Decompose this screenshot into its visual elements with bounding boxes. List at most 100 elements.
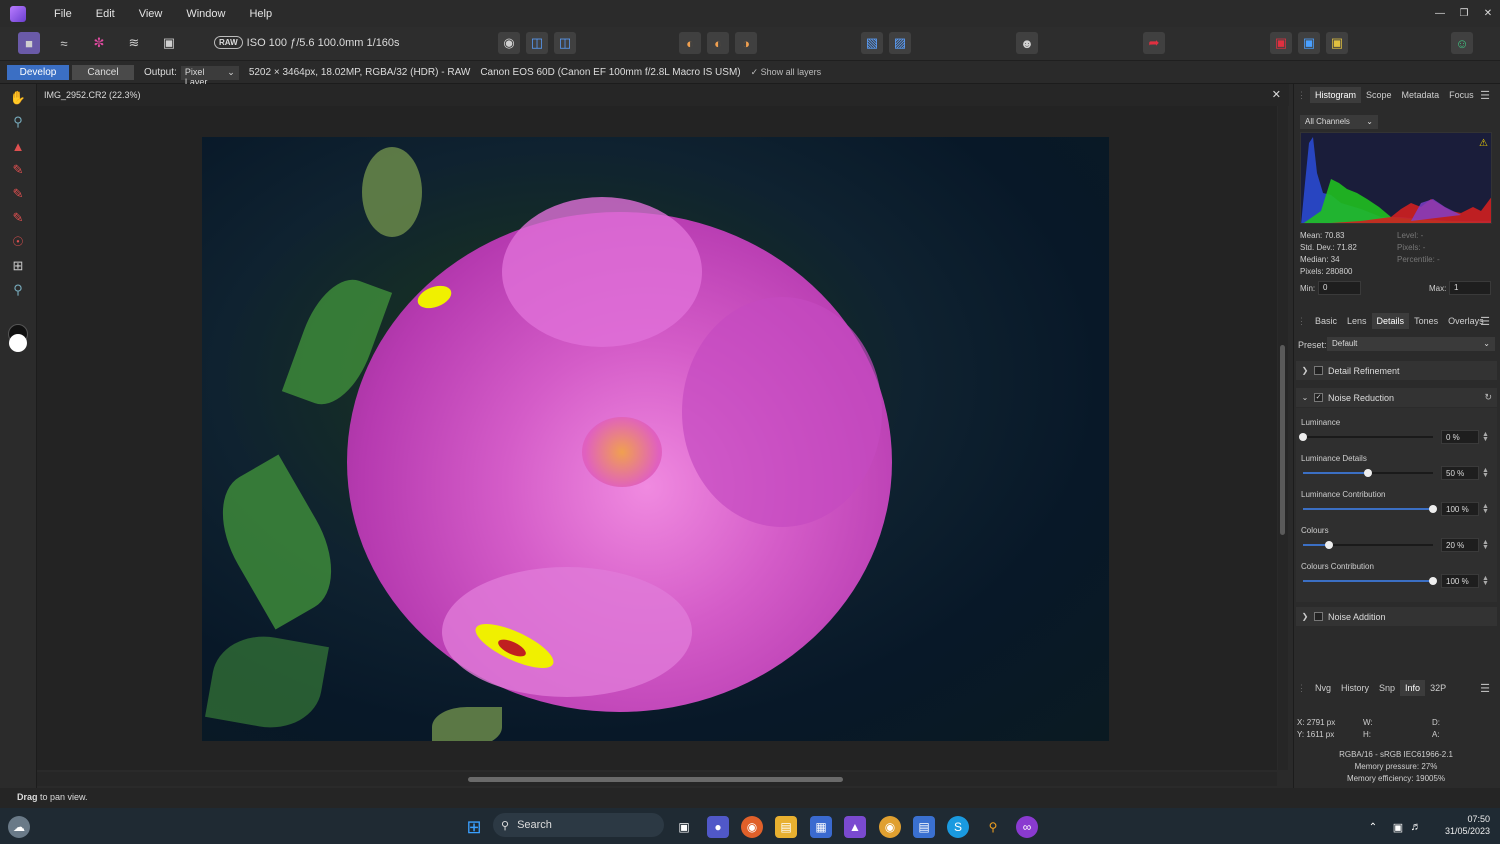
panel-menu-icon[interactable]: ☰ <box>1475 682 1495 695</box>
assistant-icon[interactable]: ☻ <box>1016 32 1038 54</box>
file-explorer-icon[interactable]: ▤ <box>775 816 797 838</box>
grip-icon[interactable]: ⋮ <box>1294 683 1310 694</box>
document-icon[interactable]: ▤ <box>913 816 935 838</box>
noise-addition-checkbox[interactable] <box>1314 612 1323 621</box>
chevron-up-icon[interactable]: ⌃ <box>1362 816 1384 838</box>
grip-icon[interactable]: ⋮ <box>1294 90 1310 101</box>
tab-basic[interactable]: Basic <box>1310 316 1342 326</box>
slider-value-input[interactable]: 50 % <box>1441 466 1479 480</box>
warning-icon[interactable]: ⚠ <box>1479 138 1488 149</box>
minimize-icon[interactable]: — <box>1428 8 1452 19</box>
noise-reduction-section[interactable]: ⌄ ✓ Noise Reduction ↻ <box>1296 388 1497 407</box>
reset-icon[interactable]: ↻ <box>1484 392 1492 403</box>
clone-tool-icon[interactable]: ▲ <box>9 137 27 155</box>
tab-lens[interactable]: Lens <box>1342 316 1372 326</box>
overlay-erase-icon[interactable]: ✎ <box>9 209 27 227</box>
min-input[interactable]: 0 <box>1318 281 1361 295</box>
primary-colour-swatch[interactable] <box>9 334 27 352</box>
noise-reduction-checkbox[interactable]: ✓ <box>1314 393 1323 402</box>
slider-track[interactable] <box>1299 433 1433 441</box>
taskbar-search[interactable]: ⚲ Search <box>493 813 664 837</box>
overlay-red-icon[interactable]: ▣ <box>1270 32 1292 54</box>
tab-navigator[interactable]: Nvg <box>1310 683 1336 693</box>
white-balance-tool-icon[interactable]: ⚲ <box>9 281 27 299</box>
chrome-icon[interactable]: ◉ <box>879 816 901 838</box>
clipped-shadows-icon[interactable]: ◑ <box>735 32 757 54</box>
horizontal-scroll-thumb[interactable] <box>468 777 843 782</box>
zoom-tool-icon[interactable]: ⚲ <box>9 113 27 131</box>
slider-value-input[interactable]: 100 % <box>1441 574 1479 588</box>
before-view-icon[interactable]: ▧ <box>861 32 883 54</box>
develop-persona-icon[interactable]: ✼ <box>88 32 110 54</box>
red-eye-tool-icon[interactable]: ☉ <box>9 233 27 251</box>
vertical-scroll-thumb[interactable] <box>1280 345 1285 535</box>
spinner-icon[interactable]: ▲ ▼ <box>1482 431 1489 443</box>
app-icon[interactable]: ∞ <box>1016 816 1038 838</box>
tone-mapping-persona-icon[interactable]: ≋ <box>123 32 145 54</box>
chevron-down-icon[interactable]: ⌄ <box>1299 393 1311 402</box>
detail-refinement-section[interactable]: ❯ Detail Refinement <box>1296 361 1497 380</box>
tab-metadata[interactable]: Metadata <box>1397 90 1445 100</box>
overlay-blue-icon[interactable]: ▣ <box>1298 32 1320 54</box>
output-select[interactable]: Pixel Layer ⌄ <box>180 65 239 87</box>
document-tab[interactable]: IMG_2952.CR2 (22.3%) ✕ <box>37 84 1289 106</box>
blemish-tool-icon[interactable]: ✎ <box>9 161 27 179</box>
tab-history[interactable]: History <box>1336 683 1374 693</box>
spinner-icon[interactable]: ▲ ▼ <box>1482 467 1489 479</box>
spinner-icon[interactable]: ▲ ▼ <box>1482 503 1489 515</box>
slider-track[interactable] <box>1303 505 1437 513</box>
slider-knob[interactable] <box>1364 469 1372 477</box>
grip-icon[interactable]: ⋮ <box>1294 316 1310 327</box>
channel-select[interactable]: All Channels ⌄ <box>1300 115 1378 129</box>
volume-icon[interactable]: ♬ <box>1405 816 1427 838</box>
tab-32p[interactable]: 32P <box>1425 683 1451 693</box>
slider-knob[interactable] <box>1325 541 1333 549</box>
spinner-icon[interactable]: ▲ ▼ <box>1482 539 1489 551</box>
liquify-persona-icon[interactable]: ≈ <box>53 32 75 54</box>
panel-menu-icon[interactable]: ☰ <box>1475 89 1495 102</box>
crop-tool-icon[interactable]: ⊞ <box>9 257 27 275</box>
tab-tones[interactable]: Tones <box>1409 316 1443 326</box>
max-input[interactable]: 1 <box>1449 281 1491 295</box>
search-app-icon[interactable]: ⚲ <box>982 816 1004 838</box>
menu-file[interactable]: File <box>42 8 84 20</box>
task-view-icon[interactable]: ▣ <box>673 816 695 838</box>
affinity-photo-icon[interactable]: ▲ <box>844 816 866 838</box>
firefox-icon[interactable]: ◉ <box>741 816 763 838</box>
preset-select[interactable]: Default ⌄ <box>1327 337 1495 351</box>
panel-menu-icon[interactable]: ☰ <box>1475 315 1495 328</box>
tab-scope[interactable]: Scope <box>1361 90 1397 100</box>
slider-knob[interactable] <box>1429 505 1437 513</box>
skype-icon[interactable]: S <box>947 816 969 838</box>
mirror-view-icon[interactable]: ◫ <box>554 32 576 54</box>
tab-focus[interactable]: Focus <box>1444 90 1479 100</box>
spinner-icon[interactable]: ▲ ▼ <box>1482 575 1489 587</box>
slider-track[interactable] <box>1303 541 1433 549</box>
slider-knob[interactable] <box>1429 577 1437 585</box>
slider-knob[interactable] <box>1299 433 1307 441</box>
slider-track[interactable] <box>1303 469 1433 477</box>
clipped-highlights-icon[interactable]: ◐ <box>707 32 729 54</box>
view-icon[interactable]: ◉ <box>498 32 520 54</box>
noise-addition-section[interactable]: ❯ Noise Addition <box>1296 607 1497 626</box>
menu-help[interactable]: Help <box>237 8 284 20</box>
close-document-icon[interactable]: ✕ <box>1272 88 1281 101</box>
slider-track[interactable] <box>1303 577 1437 585</box>
start-icon[interactable]: ⊞ <box>463 816 485 838</box>
weather-icon[interactable]: ☁ <box>8 816 30 838</box>
account-icon[interactable]: ☺ <box>1451 32 1473 54</box>
slider-value-input[interactable]: 100 % <box>1441 502 1479 516</box>
split-view-icon[interactable]: ◫ <box>526 32 548 54</box>
photo-persona-icon[interactable]: ■ <box>18 32 40 54</box>
overlay-yellow-icon[interactable]: ▣ <box>1326 32 1348 54</box>
hand-tool-icon[interactable]: ✋ <box>9 89 27 107</box>
clock[interactable]: 07:50 31/05/2023 <box>1430 813 1490 837</box>
red-eye-icon[interactable]: ➦ <box>1143 32 1165 54</box>
store-icon[interactable]: ▦ <box>810 816 832 838</box>
chevron-right-icon[interactable]: ❯ <box>1299 366 1311 375</box>
chat-icon[interactable]: ● <box>707 816 729 838</box>
after-view-icon[interactable]: ▨ <box>889 32 911 54</box>
show-all-layers-checkbox[interactable]: ✓ Show all layers <box>751 67 822 78</box>
tab-snapshots[interactable]: Snp <box>1374 683 1400 693</box>
slider-value-input[interactable]: 0 % <box>1441 430 1479 444</box>
